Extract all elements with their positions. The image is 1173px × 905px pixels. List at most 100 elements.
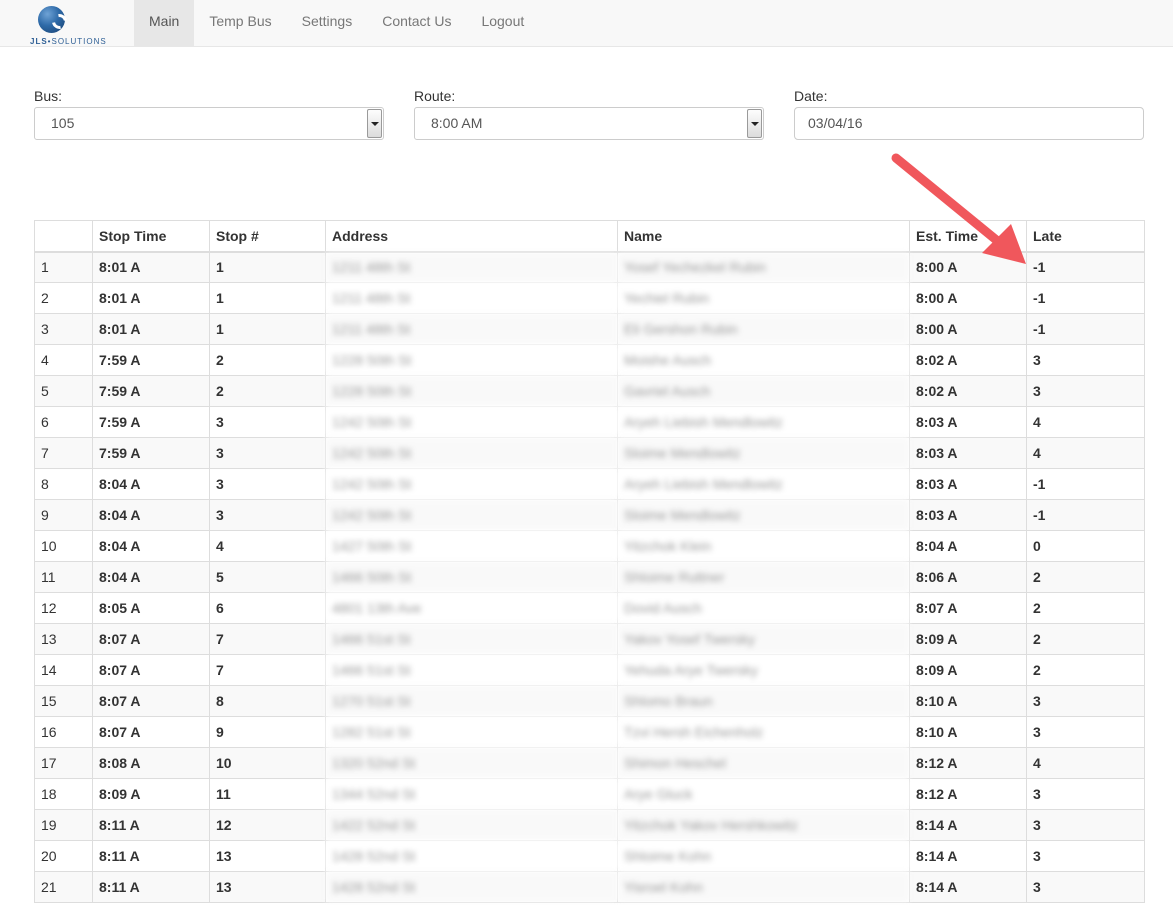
date-field: Date: 03/04/16 xyxy=(794,88,1144,140)
col-header-name[interactable]: Name xyxy=(617,220,910,253)
table-row[interactable]: 9 8:04 A 3 1242 50th St Sloime Mendlowitz 8:0… xyxy=(34,499,1145,531)
cell-stop-time: 8:04 A xyxy=(92,561,210,593)
cell-stop-number: 2 xyxy=(209,344,326,376)
cell-address: 1211 48th St xyxy=(325,313,618,345)
cell-est-time: 8:14 A xyxy=(909,871,1027,903)
cell-name: Gavriel Ausch xyxy=(617,375,910,407)
brand-logo[interactable]: JLS•SOLUTIONS xyxy=(30,4,110,46)
table-row[interactable]: 20 8:11 A 13 1428 52nd St Shloime Kohn 8:14 A… xyxy=(34,840,1145,872)
cell-est-time: 8:00 A xyxy=(909,313,1027,345)
cell-index: 12 xyxy=(34,592,93,624)
cell-stop-time: 8:11 A xyxy=(92,809,210,841)
table-row[interactable]: 4 7:59 A 2 1228 50th St Moishe Ausch 8:02 A3 xyxy=(34,344,1145,376)
table-row[interactable]: 13 8:07 A 7 1466 51st St Yakov Yosef Twersky… xyxy=(34,623,1145,655)
cell-index: 5 xyxy=(34,375,93,407)
cell-est-time: 8:02 A xyxy=(909,375,1027,407)
cell-name: Shlomo Braun xyxy=(617,685,910,717)
table-row[interactable]: 10 8:04 A 4 1427 50th St Yitzchok Klein 8:04 … xyxy=(34,530,1145,562)
cell-address: 1344 52nd St xyxy=(325,778,618,810)
col-header-index xyxy=(34,220,93,253)
table-row[interactable]: 1 8:01 A 1 1211 48th St Yosef Yechezkel Rubi… xyxy=(34,251,1145,283)
cell-est-time: 8:00 A xyxy=(909,251,1027,283)
cell-stop-time: 8:08 A xyxy=(92,747,210,779)
cell-address: 1428 52nd St xyxy=(325,871,618,903)
table-row[interactable]: 14 8:07 A 7 1466 51st St Yehuda Arye Twersky… xyxy=(34,654,1145,686)
nav-item-settings[interactable]: Settings xyxy=(287,0,368,47)
nav-item-logout[interactable]: Logout xyxy=(466,0,539,47)
cell-stop-number: 11 xyxy=(209,778,326,810)
cell-late: -1 xyxy=(1026,313,1145,345)
col-header-stop-time[interactable]: Stop Time xyxy=(92,220,210,253)
table-row[interactable]: 15 8:07 A 8 1270 51st St Shlomo Braun 8:10 A3 xyxy=(34,685,1145,717)
cell-stop-time: 8:07 A xyxy=(92,685,210,717)
table-row[interactable]: 11 8:04 A 5 1466 50th St Shloime Ruttner 8:06… xyxy=(34,561,1145,593)
table-row[interactable]: 18 8:09 A 11 1344 52nd St Arye Gluck 8:12 A3 xyxy=(34,778,1145,810)
cell-index: 8 xyxy=(34,468,93,500)
cell-index: 16 xyxy=(34,716,93,748)
table-row[interactable]: 8 8:04 A 3 1242 50th St Aryeh Liebish Mendlo… xyxy=(34,468,1145,500)
cell-name: Yakov Yosef Twersky xyxy=(617,623,910,655)
cell-address: 4801 13th Ave xyxy=(325,592,618,624)
cell-index: 2 xyxy=(34,282,93,314)
cell-late: -1 xyxy=(1026,282,1145,314)
table-row[interactable]: 7 7:59 A 3 1242 50th St Sloime Mendlowitz 8:0… xyxy=(34,437,1145,469)
col-header-late[interactable]: Late xyxy=(1026,220,1145,253)
route-label: Route: xyxy=(414,88,456,104)
cell-address: 1428 52nd St xyxy=(325,840,618,872)
cell-index: 4 xyxy=(34,344,93,376)
cell-late: -1 xyxy=(1026,251,1145,283)
cell-stop-number: 1 xyxy=(209,282,326,314)
table-row[interactable]: 16 8:07 A 9 1282 51st St Tzvi Hersh Eichenho… xyxy=(34,716,1145,748)
col-header-stop-number[interactable]: Stop # xyxy=(209,220,326,253)
cell-late: 2 xyxy=(1026,623,1145,655)
cell-est-time: 8:06 A xyxy=(909,561,1027,593)
cell-stop-number: 3 xyxy=(209,468,326,500)
cell-stop-time: 8:05 A xyxy=(92,592,210,624)
cell-address: 1320 52nd St xyxy=(325,747,618,779)
cell-address: 1242 50th St xyxy=(325,406,618,438)
table-row[interactable]: 21 8:11 A 13 1428 52nd St Yisroel Kohn 8:14 A… xyxy=(34,871,1145,903)
cell-est-time: 8:14 A xyxy=(909,840,1027,872)
cell-stop-number: 12 xyxy=(209,809,326,841)
route-select[interactable]: 8:00 AM xyxy=(414,107,764,140)
col-header-address[interactable]: Address xyxy=(325,220,618,253)
table-row[interactable]: 17 8:08 A 10 1320 52nd St Shimon Heschel 8:12… xyxy=(34,747,1145,779)
cell-stop-time: 7:59 A xyxy=(92,375,210,407)
nav-item-temp-bus[interactable]: Temp Bus xyxy=(194,0,286,47)
cell-stop-time: 7:59 A xyxy=(92,437,210,469)
cell-stop-number: 7 xyxy=(209,654,326,686)
cell-est-time: 8:03 A xyxy=(909,499,1027,531)
cell-est-time: 8:03 A xyxy=(909,437,1027,469)
navbar: JLS•SOLUTIONS Main Temp Bus Settings Con… xyxy=(0,0,1173,47)
cell-est-time: 8:09 A xyxy=(909,623,1027,655)
col-header-est-time[interactable]: Est. Time xyxy=(909,220,1027,253)
cell-late: 0 xyxy=(1026,530,1145,562)
date-input[interactable]: 03/04/16 xyxy=(794,107,1144,140)
table-row[interactable]: 5 7:59 A 2 1228 50th St Gavriel Ausch 8:02 A3 xyxy=(34,375,1145,407)
nav-item-main[interactable]: Main xyxy=(134,0,195,47)
cell-late: 3 xyxy=(1026,685,1145,717)
cell-est-time: 8:09 A xyxy=(909,654,1027,686)
nav-item-contact-us[interactable]: Contact Us xyxy=(367,0,466,47)
cell-name: Moishe Ausch xyxy=(617,344,910,376)
chevron-down-icon[interactable] xyxy=(367,109,382,138)
table-row[interactable]: 6 7:59 A 3 1242 50th St Aryeh Liebish Mendlo… xyxy=(34,406,1145,438)
table-row[interactable]: 19 8:11 A 12 1422 52nd St Yitzchok Yakov Her… xyxy=(34,809,1145,841)
cell-index: 10 xyxy=(34,530,93,562)
bus-select[interactable]: 105 xyxy=(34,107,384,140)
cell-stop-number: 8 xyxy=(209,685,326,717)
cell-late: 2 xyxy=(1026,592,1145,624)
cell-name: Aryeh Liebish Mendlowitz xyxy=(617,406,910,438)
cell-address: 1242 50th St xyxy=(325,437,618,469)
date-label: Date: xyxy=(794,88,828,104)
cell-est-time: 8:12 A xyxy=(909,747,1027,779)
cell-name: Yosef Yechezkel Rubin xyxy=(617,251,910,283)
cell-address: 1211 48th St xyxy=(325,282,618,314)
cell-name: Yisroel Kohn xyxy=(617,871,910,903)
table-row[interactable]: 12 8:05 A 6 4801 13th Ave Dovid Ausch 8:07 A2 xyxy=(34,592,1145,624)
table-row[interactable]: 2 8:01 A 1 1211 48th St Yechiel Rubin 8:00 A-… xyxy=(34,282,1145,314)
cell-stop-number: 10 xyxy=(209,747,326,779)
cell-est-time: 8:03 A xyxy=(909,406,1027,438)
table-row[interactable]: 3 8:01 A 1 1211 48th St Eli Gershon Rubin 8:0… xyxy=(34,313,1145,345)
chevron-down-icon[interactable] xyxy=(747,109,762,138)
